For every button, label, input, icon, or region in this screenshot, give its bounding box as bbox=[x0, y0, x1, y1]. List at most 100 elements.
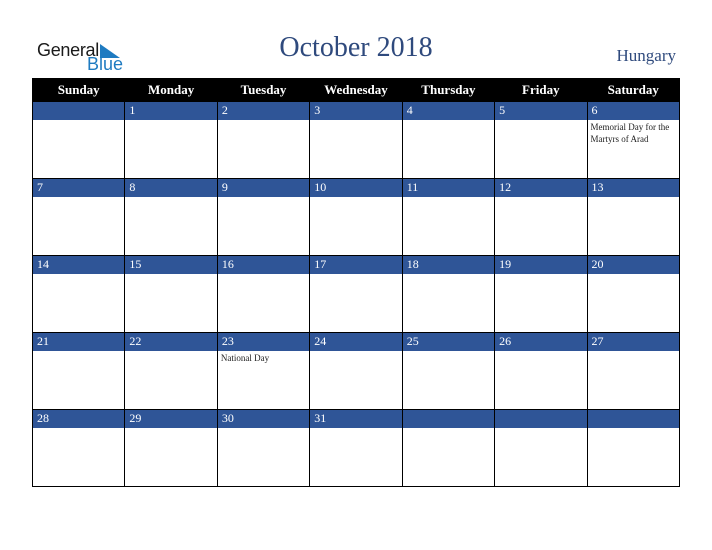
day-number: 1 bbox=[125, 102, 217, 120]
weekday-header-thursday: Thursday bbox=[401, 78, 496, 102]
day-cell[interactable]: 26 bbox=[494, 332, 588, 410]
day-cell[interactable] bbox=[31, 101, 126, 179]
weekday-header-tuesday: Tuesday bbox=[216, 78, 311, 102]
day-cell[interactable]: 5 bbox=[494, 101, 588, 179]
day-cell[interactable]: 25 bbox=[401, 332, 496, 410]
day-number bbox=[587, 410, 679, 428]
holiday-label bbox=[33, 428, 124, 430]
day-number: 28 bbox=[33, 410, 125, 428]
holiday-label bbox=[403, 428, 494, 430]
day-number: 14 bbox=[33, 256, 125, 274]
day-cell[interactable]: 11 bbox=[401, 178, 496, 256]
day-number: 18 bbox=[402, 256, 495, 274]
day-cell[interactable]: 1 bbox=[124, 101, 218, 179]
day-cell[interactable]: 8 bbox=[124, 178, 218, 256]
day-cell[interactable]: 22 bbox=[124, 332, 218, 410]
day-number: 22 bbox=[125, 333, 217, 351]
day-number: 3 bbox=[310, 102, 402, 120]
day-cell[interactable]: 12 bbox=[494, 178, 588, 256]
day-cell[interactable]: 6 Memorial Day for the Martyrs of Arad bbox=[586, 101, 681, 179]
holiday-label bbox=[588, 197, 679, 199]
day-cell[interactable]: 30 bbox=[216, 409, 311, 487]
day-cell[interactable]: 19 bbox=[494, 255, 588, 333]
day-number: 2 bbox=[217, 102, 310, 120]
holiday-label bbox=[403, 351, 494, 353]
holiday-label bbox=[310, 274, 401, 276]
day-number: 17 bbox=[310, 256, 402, 274]
holiday-label bbox=[125, 274, 216, 276]
weekday-header-wednesday: Wednesday bbox=[309, 78, 403, 102]
holiday-label: National Day bbox=[220, 353, 270, 363]
holiday-label: Memorial Day for the Martyrs of Arad bbox=[590, 122, 670, 144]
day-number: 26 bbox=[495, 333, 587, 351]
day-number: 9 bbox=[217, 179, 310, 197]
day-number: 12 bbox=[495, 179, 587, 197]
holiday-label bbox=[125, 351, 216, 353]
day-cell[interactable]: 21 bbox=[31, 332, 126, 410]
day-cell[interactable]: 29 bbox=[124, 409, 218, 487]
week-row: 1 2 3 4 5 6 Memorial Day for the Martyrs of Ar… bbox=[31, 101, 681, 179]
day-cell[interactable]: 13 bbox=[586, 178, 681, 256]
day-number: 6 bbox=[587, 102, 679, 120]
weekday-header-monday: Monday bbox=[124, 78, 218, 102]
day-cell[interactable]: 20 bbox=[586, 255, 681, 333]
day-cell[interactable]: 4 bbox=[401, 101, 496, 179]
holiday-label bbox=[403, 120, 494, 122]
day-cell[interactable]: 24 bbox=[309, 332, 403, 410]
day-cell[interactable]: 7 bbox=[31, 178, 126, 256]
day-number: 29 bbox=[125, 410, 217, 428]
day-number: 7 bbox=[33, 179, 125, 197]
day-number: 21 bbox=[33, 333, 125, 351]
day-number: 8 bbox=[125, 179, 217, 197]
day-number: 25 bbox=[402, 333, 495, 351]
week-row: 14 15 16 17 18 19 20 bbox=[31, 255, 681, 333]
day-cell[interactable]: 15 bbox=[124, 255, 218, 333]
day-cell[interactable]: 9 bbox=[216, 178, 311, 256]
holiday-label bbox=[125, 428, 216, 430]
day-cell[interactable]: 18 bbox=[401, 255, 496, 333]
day-number: 27 bbox=[587, 333, 679, 351]
holiday-label bbox=[33, 120, 124, 122]
day-number: 20 bbox=[587, 256, 679, 274]
day-number: 10 bbox=[310, 179, 402, 197]
holiday-label bbox=[495, 428, 586, 430]
day-cell[interactable]: 28 bbox=[31, 409, 126, 487]
day-cell[interactable]: 27 bbox=[586, 332, 681, 410]
day-cell[interactable]: 31 bbox=[309, 409, 403, 487]
day-number bbox=[495, 410, 587, 428]
day-cell[interactable]: 10 bbox=[309, 178, 403, 256]
weekday-header-sunday: Sunday bbox=[31, 78, 126, 102]
holiday-label bbox=[588, 428, 679, 430]
day-number: 5 bbox=[495, 102, 587, 120]
day-cell[interactable] bbox=[494, 409, 588, 487]
day-cell[interactable] bbox=[586, 409, 681, 487]
holiday-label bbox=[495, 120, 586, 122]
holiday-label bbox=[495, 197, 586, 199]
holiday-label bbox=[33, 274, 124, 276]
weekday-header-saturday: Saturday bbox=[586, 78, 681, 102]
day-number: 23 bbox=[217, 333, 310, 351]
day-number: 15 bbox=[125, 256, 217, 274]
day-cell[interactable]: 16 bbox=[216, 255, 311, 333]
holiday-label bbox=[310, 351, 401, 353]
holiday-label bbox=[33, 351, 124, 353]
page-title: October 2018 bbox=[279, 32, 433, 63]
day-cell[interactable]: 14 bbox=[31, 255, 126, 333]
day-cell[interactable] bbox=[401, 409, 496, 487]
week-row: 7 8 9 10 11 12 13 bbox=[31, 178, 681, 256]
holiday-label bbox=[495, 274, 586, 276]
holiday-label bbox=[310, 428, 401, 430]
holiday-label bbox=[403, 197, 494, 199]
day-number: 19 bbox=[495, 256, 587, 274]
day-number: 4 bbox=[402, 102, 495, 120]
holiday-label bbox=[310, 197, 401, 199]
holiday-label bbox=[588, 351, 679, 353]
holiday-label bbox=[310, 120, 401, 122]
day-number: 13 bbox=[587, 179, 679, 197]
week-row: 28 29 30 31 bbox=[31, 409, 681, 487]
day-cell[interactable]: 3 bbox=[309, 101, 403, 179]
day-cell[interactable]: 23 National Day bbox=[216, 332, 311, 410]
holiday-label bbox=[495, 351, 586, 353]
day-cell[interactable]: 17 bbox=[309, 255, 403, 333]
day-cell[interactable]: 2 bbox=[216, 101, 311, 179]
